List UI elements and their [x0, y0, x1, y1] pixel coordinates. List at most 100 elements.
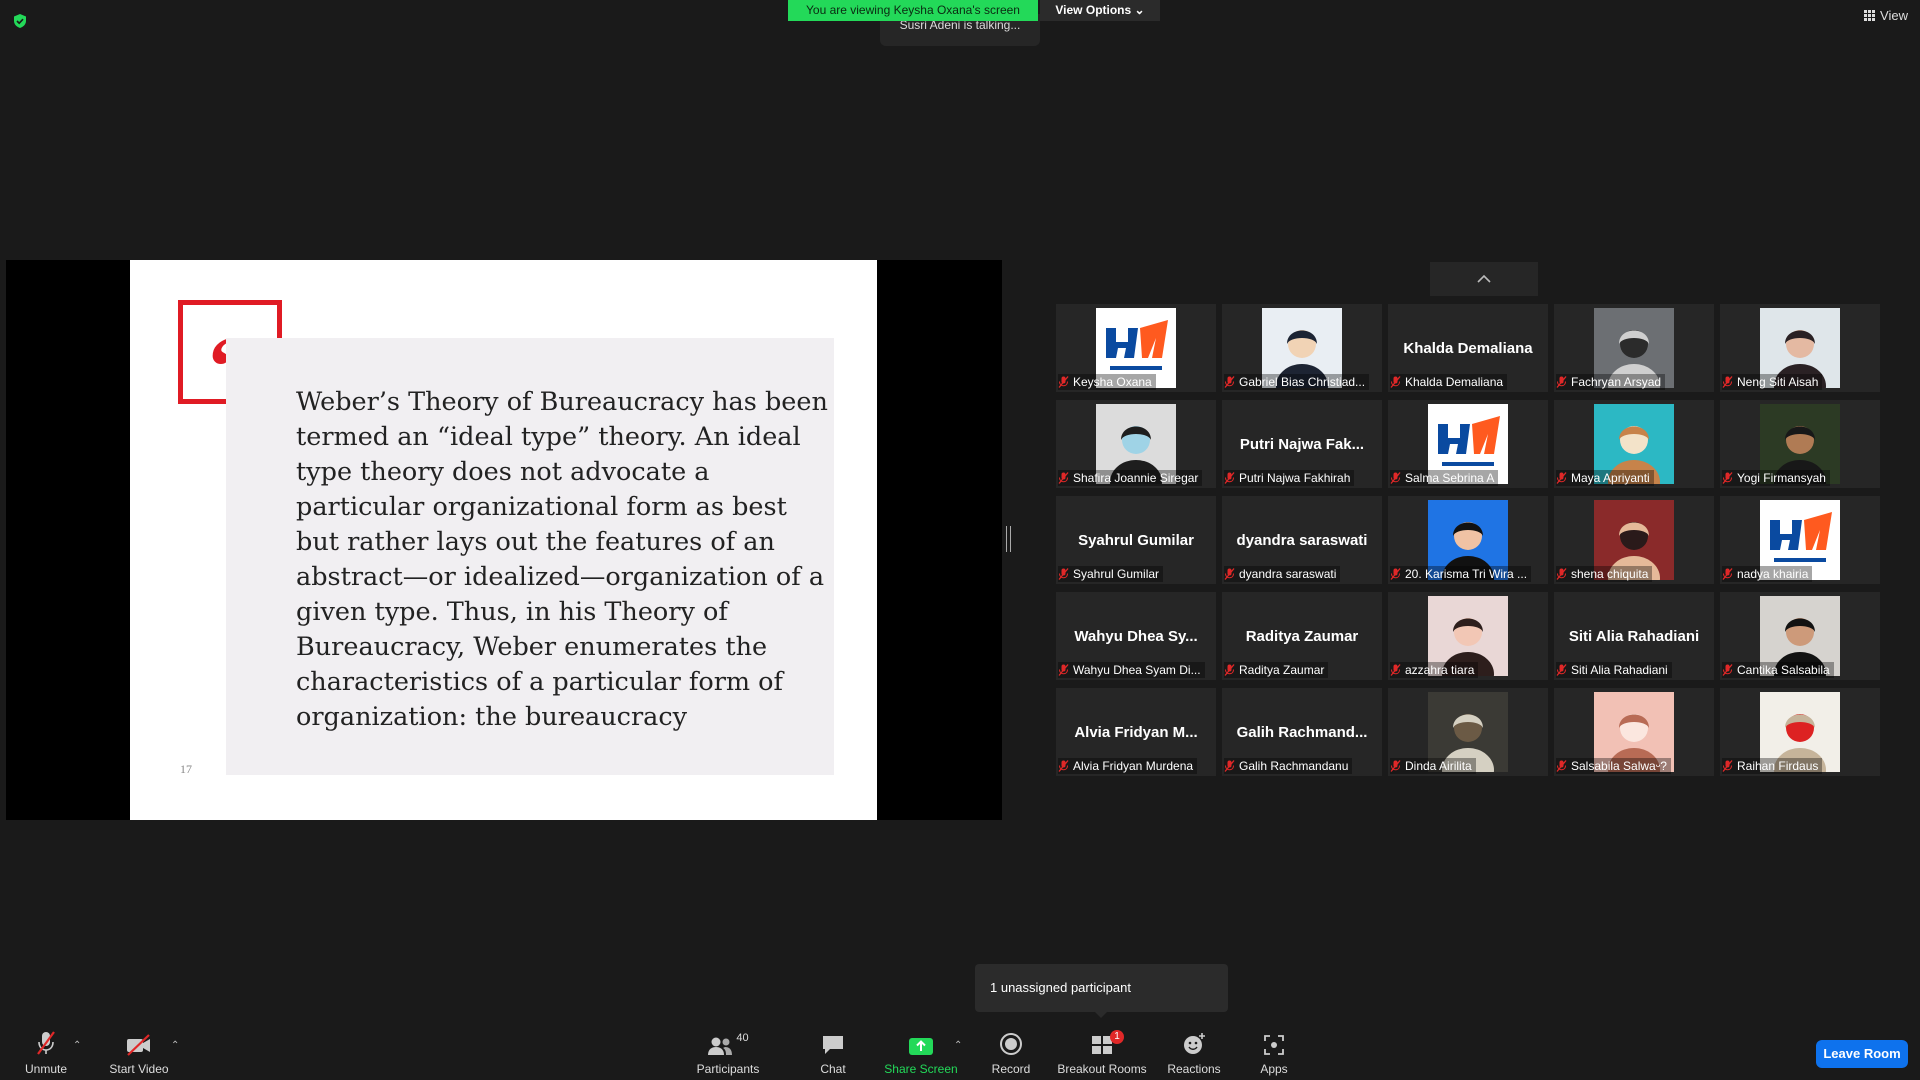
participant-tile[interactable]: Fachryan Arsyad [1554, 304, 1714, 392]
muted-microphone-icon [1556, 664, 1567, 676]
muted-microphone-icon [1390, 568, 1401, 580]
participants-button[interactable]: 40 Participants [692, 1030, 764, 1076]
participant-name: shena chiquita [1571, 567, 1649, 581]
participant-tile[interactable]: azzahra tiara [1388, 592, 1548, 680]
participant-name-label: Syahrul Gumilar [1058, 566, 1164, 582]
participant-name-label: Neng Siti Aisah [1722, 374, 1823, 390]
view-options-button[interactable]: View Options ⌄ [1040, 0, 1160, 21]
participant-display-name: Wahyu Dhea Sy... [1074, 628, 1198, 645]
participant-name-label: Khalda Demaliana [1390, 374, 1508, 390]
participant-tile[interactable]: 20. Karisma Tri Wira ... [1388, 496, 1548, 584]
participant-name: Fachryan Arsyad [1571, 375, 1662, 389]
participant-name: Wahyu Dhea Syam Di... [1073, 663, 1201, 677]
reactions-label: Reactions [1167, 1062, 1221, 1076]
participant-name: Cantika Salsabila [1737, 663, 1830, 677]
muted-microphone-icon [1058, 664, 1069, 676]
view-button[interactable]: View [1864, 8, 1908, 23]
audio-options-caret[interactable]: ⌃ [73, 1040, 81, 1051]
muted-microphone-icon [1556, 472, 1567, 484]
share-screen-button[interactable]: Share Screen [884, 1030, 958, 1076]
participant-tile[interactable]: Neng Siti Aisah [1720, 304, 1880, 392]
participant-display-name: Syahrul Gumilar [1078, 532, 1194, 549]
participant-tile[interactable]: Cantika Salsabila [1720, 592, 1880, 680]
participant-name: Yogi Firmansyah [1737, 471, 1826, 485]
participant-tile[interactable]: shena chiquita [1554, 496, 1714, 584]
participant-tile[interactable]: Putri Najwa Fak... Putri Najwa Fakhirah [1222, 400, 1382, 488]
muted-microphone-icon [1224, 760, 1235, 772]
participant-name: dyandra saraswati [1239, 567, 1337, 581]
viewing-screen-banner: You are viewing Keysha Oxana's screen [788, 0, 1038, 21]
participant-tile[interactable]: Alvia Fridyan M... Alvia Fridyan Murdena [1056, 688, 1216, 776]
muted-microphone-icon [1722, 472, 1733, 484]
participant-tile[interactable]: Khalda Demaliana Khalda Demaliana [1388, 304, 1548, 392]
video-options-caret[interactable]: ⌃ [171, 1040, 179, 1051]
breakout-rooms-button[interactable]: 1 Breakout Rooms [1056, 1030, 1148, 1076]
share-screen-icon [909, 1038, 933, 1055]
gallery-page-up-button[interactable] [1430, 262, 1538, 296]
participant-name: Salsabila Salwaᵕ? [1571, 759, 1667, 773]
apps-button[interactable]: Apps [1254, 1030, 1294, 1076]
share-options-caret[interactable]: ⌃ [954, 1040, 962, 1051]
participant-tile[interactable]: Wahyu Dhea Sy... Wahyu Dhea Syam Di... [1056, 592, 1216, 680]
chevron-down-icon: ⌄ [1134, 3, 1145, 17]
chat-button[interactable]: Chat [812, 1030, 854, 1076]
participant-name-label: Fachryan Arsyad [1556, 374, 1666, 390]
record-label: Record [991, 1062, 1031, 1076]
record-button[interactable]: Record [988, 1030, 1034, 1076]
participant-name-label: Dinda Airilita [1390, 758, 1476, 774]
participant-tile[interactable]: Keysha Oxana [1056, 304, 1216, 392]
muted-microphone-icon [1722, 568, 1733, 580]
participant-tile[interactable]: Syahrul Gumilar Syahrul Gumilar [1056, 496, 1216, 584]
muted-microphone-icon [1722, 376, 1733, 388]
muted-microphone-icon [1058, 376, 1069, 388]
participant-tile[interactable]: Shafira Joannie Siregar [1056, 400, 1216, 488]
muted-microphone-icon [1224, 664, 1235, 676]
participant-name-label: shena chiquita [1556, 566, 1653, 582]
participant-name: Raditya Zaumar [1239, 663, 1325, 677]
muted-microphone-icon [1224, 568, 1235, 580]
participant-name-label: Putri Najwa Fakhirah [1224, 470, 1355, 486]
muted-microphone-icon [1390, 760, 1401, 772]
participant-tile[interactable]: nadya khairia [1720, 496, 1880, 584]
muted-microphone-icon [37, 1031, 55, 1055]
breakout-badge: 1 [1110, 1030, 1124, 1044]
start-video-button[interactable]: Start Video [104, 1030, 174, 1076]
participant-tile[interactable]: Galih Rachmand... Galih Rachmandanu [1222, 688, 1382, 776]
muted-microphone-icon [1224, 376, 1235, 388]
record-icon [1000, 1033, 1022, 1055]
participant-tile[interactable]: Yogi Firmansyah [1720, 400, 1880, 488]
participant-tile[interactable]: Salsabila Salwaᵕ? [1554, 688, 1714, 776]
muted-microphone-icon [1556, 376, 1567, 388]
unmute-button[interactable]: Unmute [20, 1030, 72, 1076]
reactions-button[interactable]: Reactions [1164, 1030, 1224, 1076]
participant-tile[interactable]: Gabriel Bias Christiad... [1222, 304, 1382, 392]
participant-name-label: nadya khairia [1722, 566, 1813, 582]
participant-tile[interactable]: Raihan Firdaus [1720, 688, 1880, 776]
participants-count: 40 [736, 1032, 749, 1044]
participant-name: Shafira Joannie Siregar [1073, 471, 1199, 485]
participant-name-label: Keysha Oxana [1058, 374, 1156, 390]
view-options-label: View Options [1055, 3, 1132, 17]
participant-display-name: dyandra saraswati [1236, 532, 1368, 549]
participant-tile[interactable]: dyandra saraswati dyandra saraswati [1222, 496, 1382, 584]
participant-name: Dinda Airilita [1405, 759, 1472, 773]
share-screen-label: Share Screen [884, 1062, 958, 1076]
participant-tile[interactable]: Maya Apriyanti [1554, 400, 1714, 488]
video-off-icon [127, 1034, 150, 1056]
leave-room-button[interactable]: Leave Room [1816, 1040, 1908, 1068]
participant-name-label: Wahyu Dhea Syam Di... [1058, 662, 1205, 678]
split-view-resize-handle[interactable] [1006, 526, 1011, 552]
breakout-rooms-label: Breakout Rooms [1057, 1062, 1147, 1076]
participant-tile[interactable]: Siti Alia Rahadiani Siti Alia Rahadiani [1554, 592, 1714, 680]
participant-name-label: Siti Alia Rahadiani [1556, 662, 1672, 678]
participant-name-label: Alvia Fridyan Murdena [1058, 758, 1198, 774]
muted-microphone-icon [1556, 760, 1567, 772]
participant-tile[interactable]: Raditya Zaumar Raditya Zaumar [1222, 592, 1382, 680]
slide-page-number: 17 [180, 762, 192, 776]
participant-tile[interactable]: Dinda Airilita [1388, 688, 1548, 776]
participant-name: Maya Apriyanti [1571, 471, 1650, 485]
participant-tile[interactable]: Salma Sebrina A [1388, 400, 1548, 488]
participant-name-label: Gabriel Bias Christiad... [1224, 374, 1370, 390]
security-shield-icon[interactable] [12, 13, 28, 29]
chat-label: Chat [820, 1062, 846, 1076]
